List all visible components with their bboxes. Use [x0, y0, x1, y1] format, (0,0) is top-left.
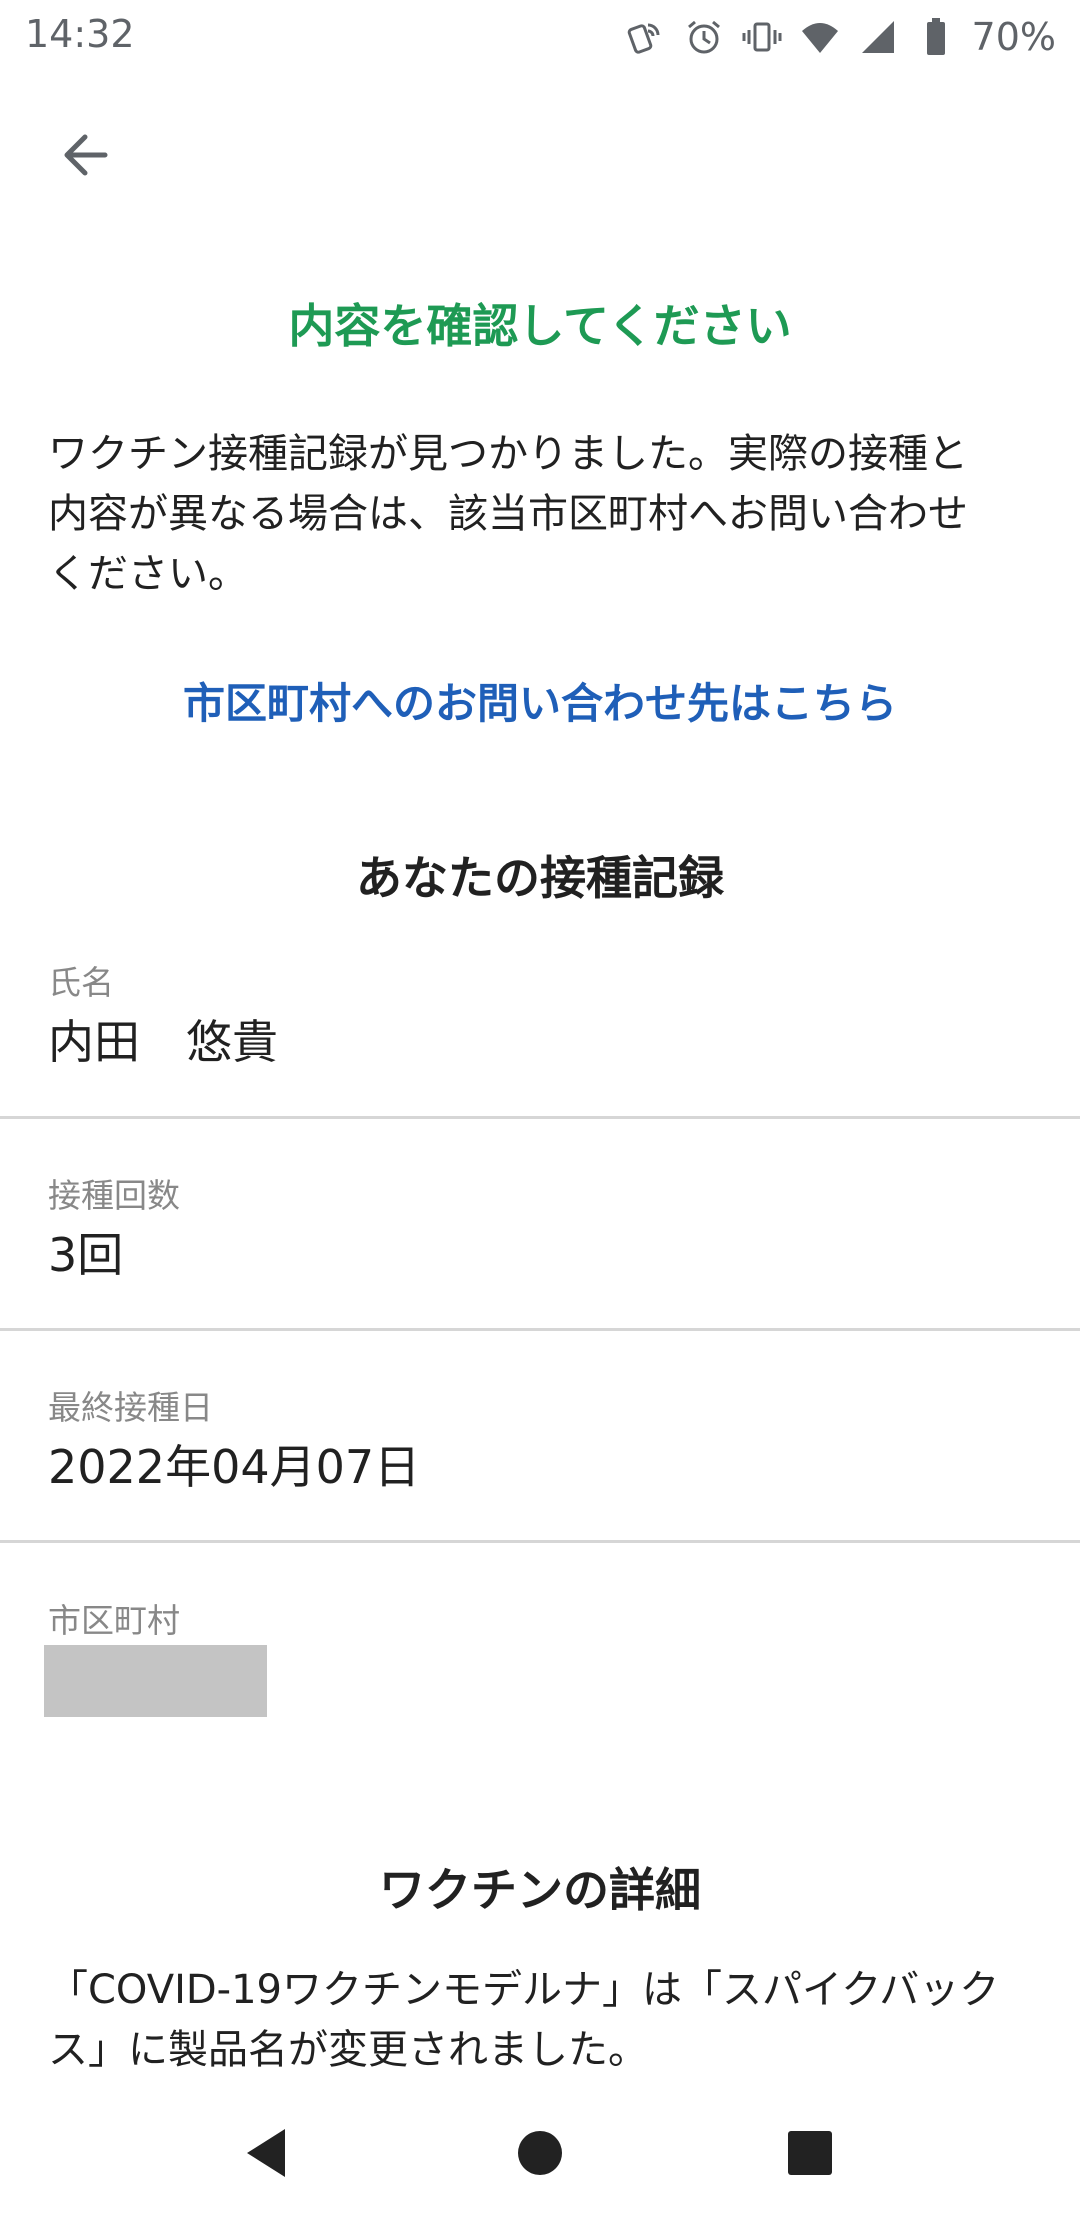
details-line: 「COVID-19ワクチンモデルナ」は「スパイクバック: [48, 1967, 1000, 2013]
recents-square-icon: [782, 2125, 838, 2185]
record-row-last-date: 最終接種日 2022年04月07日: [0, 1381, 1080, 1593]
nav-recents-button[interactable]: [765, 2110, 855, 2200]
status-icons: 70%: [624, 12, 1056, 62]
intro-line: 内容が異なる場合は、該当市区町村へお問い合わせ: [48, 491, 968, 537]
status-time: 14:32: [25, 12, 135, 56]
record-label: 接種回数: [48, 1176, 180, 1215]
navigation-bar: [0, 2090, 1080, 2220]
record-row-name: 氏名 内田 悠貴: [0, 956, 1080, 1168]
record-value: 内田 悠貴: [48, 1015, 278, 1069]
vibrate-icon: [740, 15, 784, 59]
record-value: 3回: [48, 1228, 124, 1282]
record-value: 2022年04月07日: [48, 1440, 421, 1494]
nav-back-button[interactable]: [222, 2110, 312, 2200]
nfc-icon: [624, 15, 668, 59]
home-circle-icon: [512, 2125, 568, 2185]
record-label: 最終接種日: [48, 1388, 213, 1427]
record-label: 市区町村: [48, 1601, 180, 1640]
redacted-municipality: [44, 1645, 267, 1717]
divider: [0, 1328, 1080, 1331]
signal-icon: [856, 15, 900, 59]
alarm-icon: [682, 15, 726, 59]
battery-icon: [914, 15, 958, 59]
arrow-back-icon: [57, 127, 113, 187]
back-button[interactable]: [40, 112, 130, 202]
contact-link[interactable]: 市区町村へのお問い合わせ先はこちら: [0, 670, 1080, 731]
intro-line: ください。: [48, 551, 248, 597]
status-bar: 14:32 70%: [0, 0, 1080, 72]
wifi-icon: [798, 15, 842, 59]
nav-home-button[interactable]: [495, 2110, 585, 2200]
record-row-dose-count: 接種回数 3回: [0, 1169, 1080, 1381]
battery-percentage: 70%: [971, 15, 1056, 59]
divider: [0, 1116, 1080, 1119]
details-heading: ワクチンの詳細: [379, 1863, 701, 1917]
back-triangle-icon: [239, 2125, 295, 2185]
record-heading: あなたの接種記録: [356, 851, 724, 905]
record-label: 氏名: [48, 963, 114, 1002]
details-line: ス」に製品名が変更されました。: [48, 2027, 648, 2073]
intro-line: ワクチン接種記録が見つかりました。実際の接種と: [48, 431, 968, 477]
divider: [0, 1540, 1080, 1543]
page-title: 内容を確認してください: [288, 299, 792, 353]
intro-text: ワクチン接種記録が見つかりました。実際の接種と 内容が異なる場合は、該当市区町村…: [48, 424, 1038, 604]
details-text: 「COVID-19ワクチンモデルナ」は「スパイクバック ス」に製品名が変更されま…: [48, 1960, 1048, 2080]
